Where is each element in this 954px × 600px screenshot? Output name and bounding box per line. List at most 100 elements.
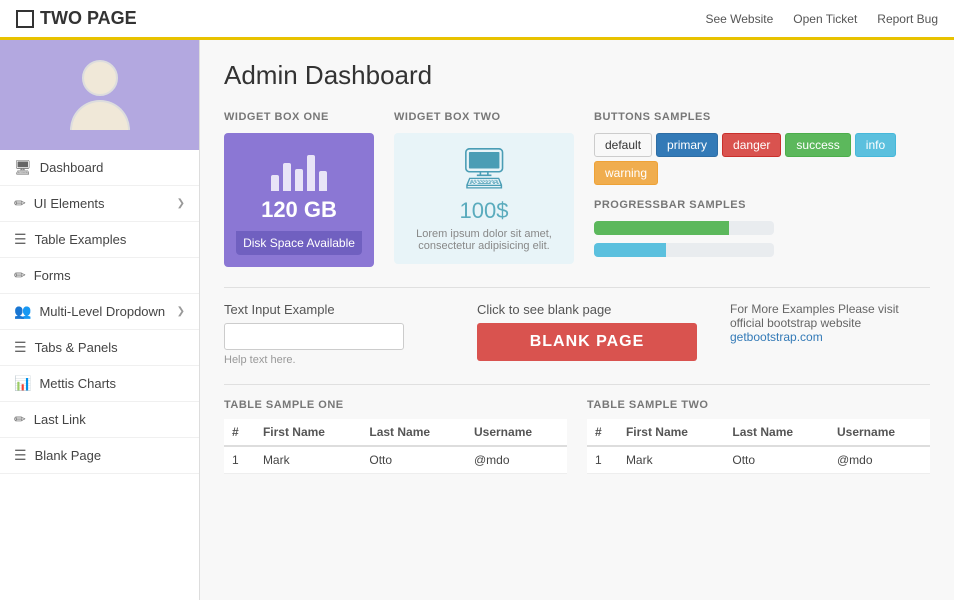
monitor-display-icon: 🖥 [459, 145, 510, 192]
see-website-link[interactable]: See Website [705, 12, 773, 26]
cell-num: 1 [224, 446, 255, 474]
cell-first: Mark [255, 446, 361, 474]
widget-box-one: 120 GB Disk Space Available [224, 133, 374, 267]
col-num: # [587, 419, 618, 446]
table-one-section: TABLE SAMPLE ONE # First Name Last Name … [224, 399, 567, 474]
widget-one-label: WIDGET BOX ONE [224, 111, 374, 123]
blank-page-label: Click to see blank page [477, 302, 730, 317]
topnav-links: See Website Open Ticket Report Bug [705, 12, 938, 26]
widget-two-label: WIDGET BOX TWO [394, 111, 574, 123]
sidebar-item-label: UI Elements [34, 196, 105, 211]
tabs-icon: ☰ [14, 339, 27, 356]
open-ticket-link[interactable]: Open Ticket [793, 12, 857, 26]
blank-icon: ☰ [14, 447, 27, 464]
sidebar-item-label: Tabs & Panels [35, 340, 118, 355]
table-two-section: TABLE SAMPLE TWO # First Name Last Name … [587, 399, 930, 474]
sidebar-item-multi-level-dropdown[interactable]: 👥 Multi-Level Dropdown ❯ [0, 294, 199, 330]
table-icon: ☰ [14, 231, 27, 248]
text-input[interactable] [224, 323, 404, 350]
col-username: Username [466, 419, 567, 446]
bootstrap-link[interactable]: getbootstrap.com [730, 330, 823, 344]
widgets-row: WIDGET BOX ONE 120 GB Disk Space Availab… [224, 111, 930, 267]
info-text: For More Examples Please visit official … [730, 302, 899, 330]
btn-warning[interactable]: warning [594, 161, 658, 185]
widget-box-one-container: WIDGET BOX ONE 120 GB Disk Space Availab… [224, 111, 374, 267]
buttons-label: BUTTONS SAMPLES [594, 111, 930, 123]
sidebar-item-label: Multi-Level Dropdown [39, 304, 165, 319]
sidebar-item-forms[interactable]: ✏ Forms [0, 258, 199, 294]
sidebar-item-dashboard[interactable]: 🖥 Dashboard [0, 150, 199, 186]
link-icon: ✏ [14, 411, 26, 428]
edit-icon: ✏ [14, 195, 26, 212]
btn-primary[interactable]: primary [656, 133, 718, 157]
cell-first: Mark [618, 446, 724, 474]
main-content: Admin Dashboard WIDGET BOX ONE 120 [200, 40, 954, 600]
widget-one-value: 120 GB [261, 197, 337, 223]
widget-box-two: 🖥 100$ Lorem ipsum dolor sit amet, conse… [394, 133, 574, 264]
table-row: 1 Mark Otto @mdo [587, 446, 930, 474]
col-username: Username [829, 419, 930, 446]
sidebar-item-table-examples[interactable]: ☰ Table Examples [0, 222, 199, 258]
avatar-body [70, 100, 130, 130]
sidebar-item-last-link[interactable]: ✏ Last Link [0, 402, 199, 438]
avatar-head [82, 60, 118, 96]
sidebar-item-blank-page[interactable]: ☰ Blank Page [0, 438, 199, 474]
bar2 [283, 163, 291, 191]
bar-chart-icon [271, 155, 327, 191]
col-last: Last Name [724, 419, 829, 446]
form-icon: ✏ [14, 267, 26, 284]
blank-page-button[interactable]: BLANK PAGE [477, 323, 697, 361]
brand-label: TWO PAGE [40, 8, 137, 29]
monitor-icon: 🖥 [14, 159, 32, 176]
info-text-section: For More Examples Please visit official … [730, 302, 930, 366]
cell-username: @mdo [466, 446, 567, 474]
btn-info[interactable]: info [855, 133, 896, 157]
bar3 [295, 169, 303, 191]
table-two-body: 1 Mark Otto @mdo [587, 446, 930, 474]
cell-username: @mdo [829, 446, 930, 474]
page-title: Admin Dashboard [224, 60, 930, 91]
table-two-head: # First Name Last Name Username [587, 419, 930, 446]
bar1 [271, 175, 279, 191]
table-two-label: TABLE SAMPLE TWO [587, 399, 930, 411]
users-icon: 👥 [14, 303, 31, 320]
right-panel: BUTTONS SAMPLES default primary danger s… [594, 111, 930, 267]
sidebar-item-ui-elements[interactable]: ✏ UI Elements ❯ [0, 186, 199, 222]
btn-default[interactable]: default [594, 133, 652, 157]
sidebar-item-mettis-charts[interactable]: 📊 Mettis Charts [0, 366, 199, 402]
button-group: default primary danger success info warn… [594, 133, 930, 185]
progressbar-label: PROGRESSBAR SAMPLES [594, 199, 930, 211]
sidebar-item-tabs-panels[interactable]: ☰ Tabs & Panels [0, 330, 199, 366]
col-first: First Name [255, 419, 361, 446]
avatar [70, 60, 130, 130]
layout: 🖥 Dashboard ✏ UI Elements ❯ ☰ Table Exam… [0, 40, 954, 600]
cell-num: 1 [587, 446, 618, 474]
progress-green-fill [594, 221, 729, 235]
progress-green-container [594, 221, 930, 235]
divider-2 [224, 384, 930, 385]
progress-blue-container [594, 243, 930, 257]
chevron-icon: ❯ [177, 198, 185, 209]
widget-two-desc: Lorem ipsum dolor sit amet, consectetur … [406, 228, 562, 252]
col-num: # [224, 419, 255, 446]
cell-last: Otto [361, 446, 466, 474]
help-text: Help text here. [224, 354, 477, 366]
btn-success[interactable]: success [785, 133, 850, 157]
table-one-head: # First Name Last Name Username [224, 419, 567, 446]
table-one-body: 1 Mark Otto @mdo [224, 446, 567, 474]
btn-danger[interactable]: danger [722, 133, 781, 157]
table-two: # First Name Last Name Username 1 Mark O… [587, 419, 930, 474]
blank-page-section: Click to see blank page BLANK PAGE [477, 302, 730, 366]
tables-row: TABLE SAMPLE ONE # First Name Last Name … [224, 399, 930, 474]
chevron-icon: ❯ [177, 306, 185, 317]
sidebar-nav: 🖥 Dashboard ✏ UI Elements ❯ ☰ Table Exam… [0, 150, 199, 600]
sidebar-item-label: Mettis Charts [39, 376, 116, 391]
brand: TWO PAGE [16, 8, 137, 29]
cell-last: Otto [724, 446, 829, 474]
report-bug-link[interactable]: Report Bug [877, 12, 938, 26]
sidebar-item-label: Table Examples [35, 232, 127, 247]
brand-box-icon [16, 10, 34, 28]
sidebar-item-label: Forms [34, 268, 71, 283]
sidebar: 🖥 Dashboard ✏ UI Elements ❯ ☰ Table Exam… [0, 40, 200, 600]
col-last: Last Name [361, 419, 466, 446]
